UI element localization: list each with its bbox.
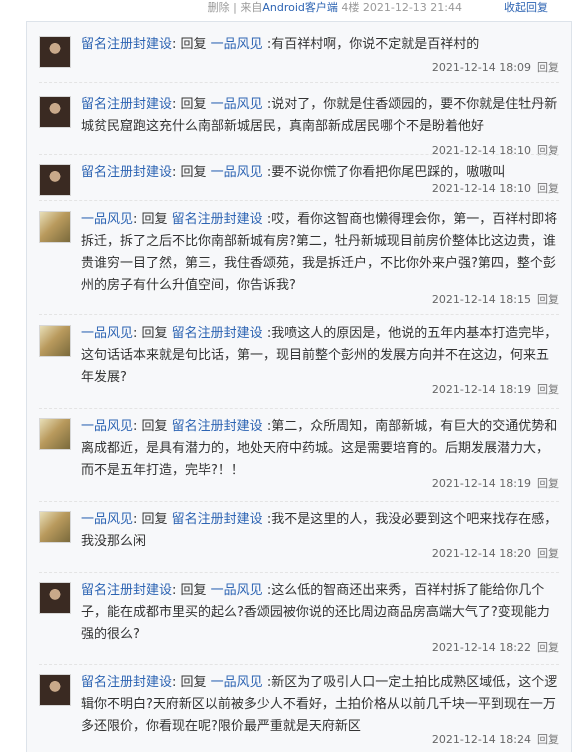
post-meta: 删除 | 来自Android客户端 4楼 2021-12-13 21:44 (208, 0, 462, 16)
reply-target-link[interactable]: 留名注册封建设 (172, 326, 263, 341)
reply-meta: 2021-12-14 18:19 回复 (432, 477, 559, 491)
reply-author-link[interactable]: 一品风见 (81, 326, 133, 341)
user-avatar[interactable] (39, 96, 71, 128)
reply-verb: : 回复 (133, 512, 172, 527)
post-meta-prefix: 删除 | 来自 (207, 1, 263, 14)
reply-author-link[interactable]: 留名注册封建设 (81, 97, 172, 112)
reply-text: 留名注册封建设: 回复 一品风见 :这么低的智商还出来秀，百祥村拆了能给你几个子… (81, 580, 559, 646)
reply-author-link[interactable]: 留名注册封建设 (81, 37, 172, 52)
reply-divider (39, 501, 559, 502)
reply-verb: : 回复 (172, 97, 211, 112)
reply-content: :要不说你慌了你看把你尾巴踩的，嗷嗷叫 (262, 165, 506, 180)
reply-divider (39, 314, 559, 315)
user-avatar[interactable] (39, 674, 71, 706)
reply-meta: 2021-12-14 18:09 回复 (432, 61, 559, 75)
reply-time: 2021-12-14 18:10 (431, 182, 531, 195)
reply-time: 2021-12-14 18:19 (431, 383, 531, 396)
reply-verb: : 回复 (133, 326, 172, 341)
client-link[interactable]: Android客户端 (262, 1, 338, 14)
reply-target-link[interactable]: 一品风见 (211, 675, 263, 690)
reply-target-link[interactable]: 留名注册封建设 (172, 212, 263, 227)
reply-button[interactable]: 回复 (537, 61, 559, 74)
reply-target-link[interactable]: 一品风见 (211, 165, 263, 180)
reply-author-link[interactable]: 留名注册封建设 (81, 583, 172, 598)
reply-time: 2021-12-14 18:09 (431, 61, 531, 74)
reply-divider (39, 664, 559, 665)
reply-author-link[interactable]: 留名注册封建设 (81, 165, 172, 180)
reply-target-link[interactable]: 留名注册封建设 (172, 512, 263, 527)
reply-verb: : 回复 (172, 165, 211, 180)
reply-author-link[interactable]: 一品风见 (81, 512, 133, 527)
post-floor-time: 4楼 2021-12-13 21:44 (337, 1, 462, 14)
reply-button[interactable]: 回复 (537, 547, 559, 560)
post-footer-bar: 删除 | 来自Android客户端 4楼 2021-12-13 21:44 收起… (0, 0, 580, 18)
reply-text: 一品风见: 回复 留名注册封建设 :我喷这人的原因是，他说的五年内基本打造完毕，… (81, 323, 559, 389)
reply-button[interactable]: 回复 (537, 293, 559, 306)
reply-text: 留名注册封建设: 回复 一品风见 :说对了，你就是住香颂园的，要不你就是住牡丹新… (81, 94, 559, 138)
reply-button[interactable]: 回复 (537, 641, 559, 654)
user-avatar[interactable] (39, 418, 71, 450)
reply-meta: 2021-12-14 18:22 回复 (432, 641, 559, 655)
reply-verb: : 回复 (133, 212, 172, 227)
reply-divider (39, 572, 559, 573)
reply-meta: 2021-12-14 18:20 回复 (432, 547, 559, 561)
user-avatar[interactable] (39, 36, 71, 68)
reply-time: 2021-12-14 18:22 (431, 641, 531, 654)
reply-verb: : 回复 (172, 583, 211, 598)
reply-author-link[interactable]: 一品风见 (81, 419, 133, 434)
reply-author-link[interactable]: 一品风见 (81, 212, 133, 227)
reply-text: 一品风见: 回复 留名注册封建设 :哎，看你这智商也懒得理会你，第一，百祥村即将… (81, 209, 559, 297)
reply-target-link[interactable]: 一品风见 (211, 37, 263, 52)
reply-verb: : 回复 (133, 419, 172, 434)
reply-meta: 2021-12-14 18:19 回复 (432, 383, 559, 397)
reply-meta: 2021-12-14 18:10 回复 (432, 144, 559, 158)
reply-time: 2021-12-14 18:24 (431, 733, 531, 746)
reply-time: 2021-12-14 18:19 (431, 477, 531, 490)
reply-time: 2021-12-14 18:10 (431, 144, 531, 157)
reply-verb: : 回复 (172, 675, 211, 690)
reply-meta: 2021-12-14 18:24 回复 (432, 733, 559, 747)
reply-target-link[interactable]: 一品风见 (211, 97, 263, 112)
user-avatar[interactable] (39, 582, 71, 614)
reply-button[interactable]: 回复 (537, 477, 559, 490)
reply-target-link[interactable]: 留名注册封建设 (172, 419, 263, 434)
reply-button[interactable]: 回复 (537, 733, 559, 746)
user-avatar[interactable] (39, 511, 71, 543)
reply-divider (39, 200, 559, 201)
user-avatar[interactable] (39, 164, 71, 196)
reply-button[interactable]: 回复 (537, 144, 559, 157)
reply-button[interactable]: 回复 (537, 383, 559, 396)
reply-meta: 2021-12-14 18:10 回复 (432, 182, 559, 196)
reply-text: 留名注册封建设: 回复 一品风见 :新区为了吸引人口一定土拍比成熟区域低，这个逻… (81, 672, 559, 738)
user-avatar[interactable] (39, 325, 71, 357)
reply-time: 2021-12-14 18:15 (431, 293, 531, 306)
user-avatar[interactable] (39, 211, 71, 243)
reply-time: 2021-12-14 18:20 (431, 547, 531, 560)
reply-divider (39, 408, 559, 409)
reply-author-link[interactable]: 留名注册封建设 (81, 675, 172, 690)
reply-panel: 留名注册封建设: 回复 一品风见 :有百祥村啊，你说不定就是百祥村的 2021-… (26, 21, 572, 752)
reply-text: 留名注册封建设: 回复 一品风见 :要不说你慌了你看把你尾巴踩的，嗷嗷叫 (81, 162, 559, 184)
reply-verb: : 回复 (172, 37, 211, 52)
reply-button[interactable]: 回复 (537, 182, 559, 195)
reply-meta: 2021-12-14 18:15 回复 (432, 293, 559, 307)
collapse-replies-link[interactable]: 收起回复 (504, 0, 548, 16)
reply-content: :有百祥村啊，你说不定就是百祥村的 (262, 37, 480, 52)
reply-text: 一品风见: 回复 留名注册封建设 :第二，众所周知，南部新城，有巨大的交通优势和… (81, 416, 559, 482)
reply-text: 留名注册封建设: 回复 一品风见 :有百祥村啊，你说不定就是百祥村的 (81, 34, 559, 56)
reply-divider (39, 154, 559, 155)
reply-divider (39, 82, 559, 83)
reply-target-link[interactable]: 一品风见 (211, 583, 263, 598)
